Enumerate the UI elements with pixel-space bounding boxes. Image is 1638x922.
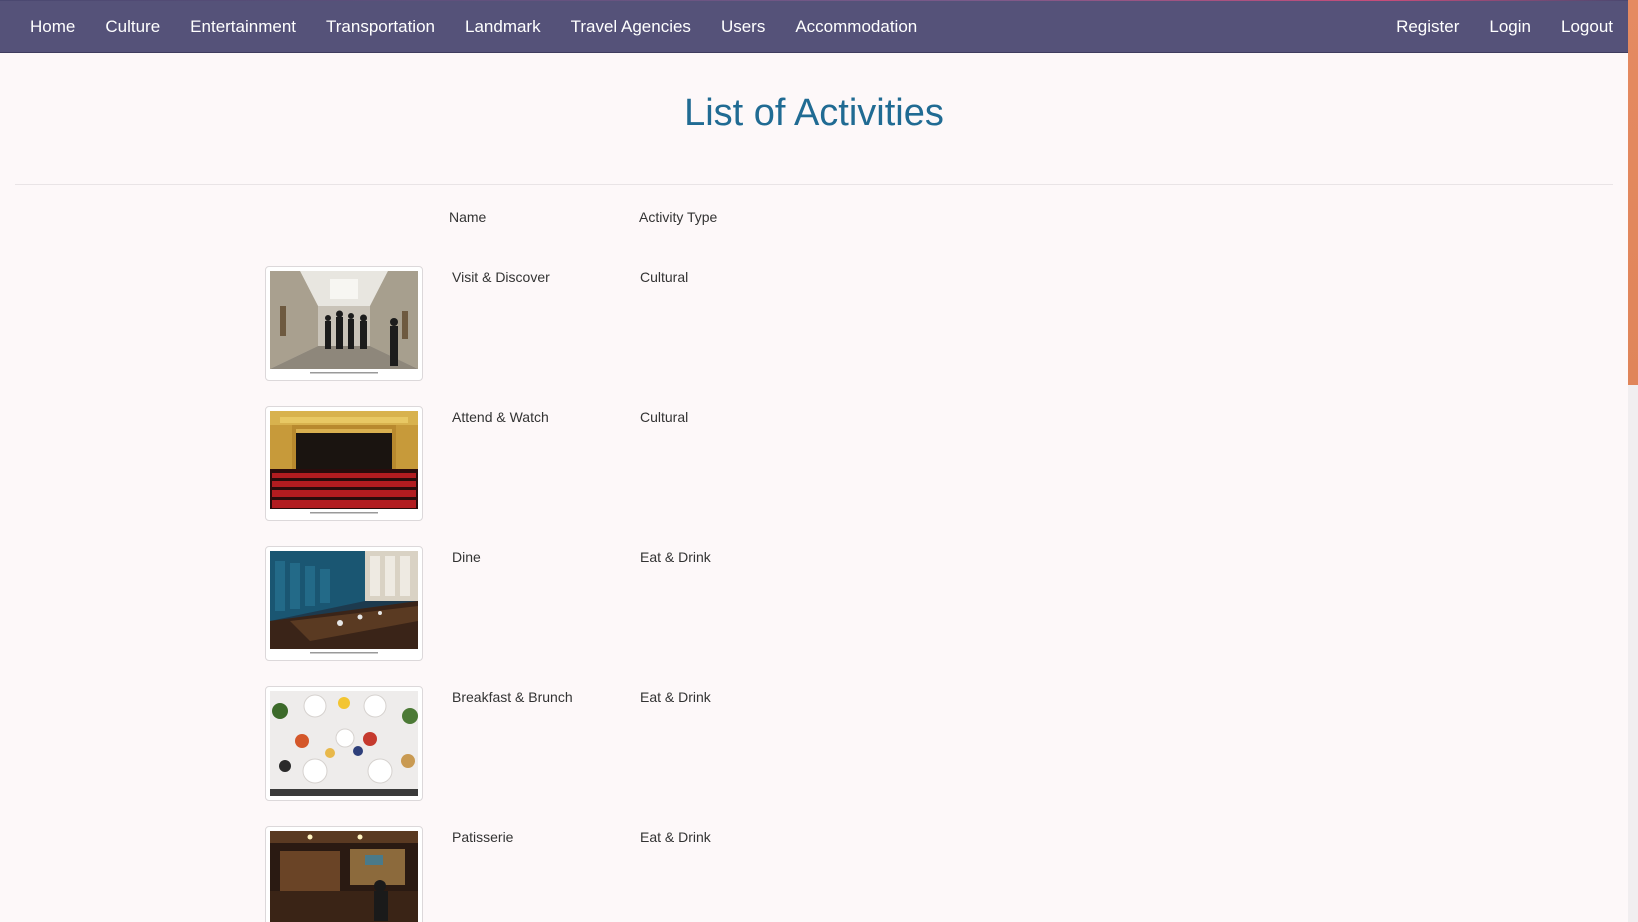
patisserie-shop-photo bbox=[270, 831, 418, 922]
activity-type: Eat & Drink bbox=[640, 689, 711, 705]
scrollbar-thumb[interactable] bbox=[1628, 0, 1638, 385]
nav-logout[interactable]: Logout bbox=[1546, 1, 1628, 53]
nav-login[interactable]: Login bbox=[1474, 1, 1546, 53]
breakfast-table-photo bbox=[270, 691, 418, 796]
nav-register[interactable]: Register bbox=[1381, 1, 1474, 53]
nav-landmark[interactable]: Landmark bbox=[450, 1, 556, 53]
vertical-scrollbar[interactable] bbox=[1628, 0, 1638, 922]
table-row: Dine Eat & Drink bbox=[0, 546, 1628, 686]
activity-name: Patisserie bbox=[452, 829, 514, 845]
activity-type: Eat & Drink bbox=[640, 829, 711, 845]
nav-accommodation[interactable]: Accommodation bbox=[780, 1, 932, 53]
navbar: Home Culture Entertainment Transportatio… bbox=[0, 1, 1628, 53]
activity-name: Visit & Discover bbox=[452, 269, 550, 285]
activity-name: Breakfast & Brunch bbox=[452, 689, 573, 705]
nav-right-menu: Register Login Logout bbox=[1381, 1, 1628, 52]
activity-type: Eat & Drink bbox=[640, 549, 711, 565]
activity-type: Cultural bbox=[640, 409, 689, 425]
table-row: Patisserie Eat & Drink bbox=[0, 826, 1628, 922]
activity-type: Cultural bbox=[640, 269, 689, 285]
activity-thumbnail[interactable] bbox=[265, 826, 423, 922]
table-row: Visit & Discover Cultural bbox=[0, 266, 1628, 406]
nav-travel-agencies[interactable]: Travel Agencies bbox=[556, 1, 706, 53]
nav-users[interactable]: Users bbox=[706, 1, 780, 53]
table-row: Breakfast & Brunch Eat & Drink bbox=[0, 686, 1628, 826]
nav-entertainment[interactable]: Entertainment bbox=[175, 1, 311, 53]
activity-thumbnail[interactable] bbox=[265, 406, 423, 521]
column-header-name: Name bbox=[449, 209, 487, 225]
nav-culture[interactable]: Culture bbox=[90, 1, 175, 53]
activity-thumbnail[interactable] bbox=[265, 686, 423, 801]
title-divider bbox=[15, 184, 1613, 185]
museum-gallery-photo bbox=[270, 271, 418, 376]
restaurant-interior-photo bbox=[270, 551, 418, 656]
activity-name: Attend & Watch bbox=[452, 409, 549, 425]
nav-left-menu: Home Culture Entertainment Transportatio… bbox=[0, 1, 932, 52]
column-header-activity-type: Activity Type bbox=[639, 209, 718, 225]
nav-transportation[interactable]: Transportation bbox=[311, 1, 450, 53]
activity-name: Dine bbox=[452, 549, 481, 565]
activity-thumbnail[interactable] bbox=[265, 266, 423, 381]
theater-stage-photo bbox=[270, 411, 418, 516]
page-title: List of Activities bbox=[684, 92, 944, 134]
activity-thumbnail[interactable] bbox=[265, 546, 423, 661]
table-row: Attend & Watch Cultural bbox=[0, 406, 1628, 546]
nav-home[interactable]: Home bbox=[15, 1, 90, 53]
